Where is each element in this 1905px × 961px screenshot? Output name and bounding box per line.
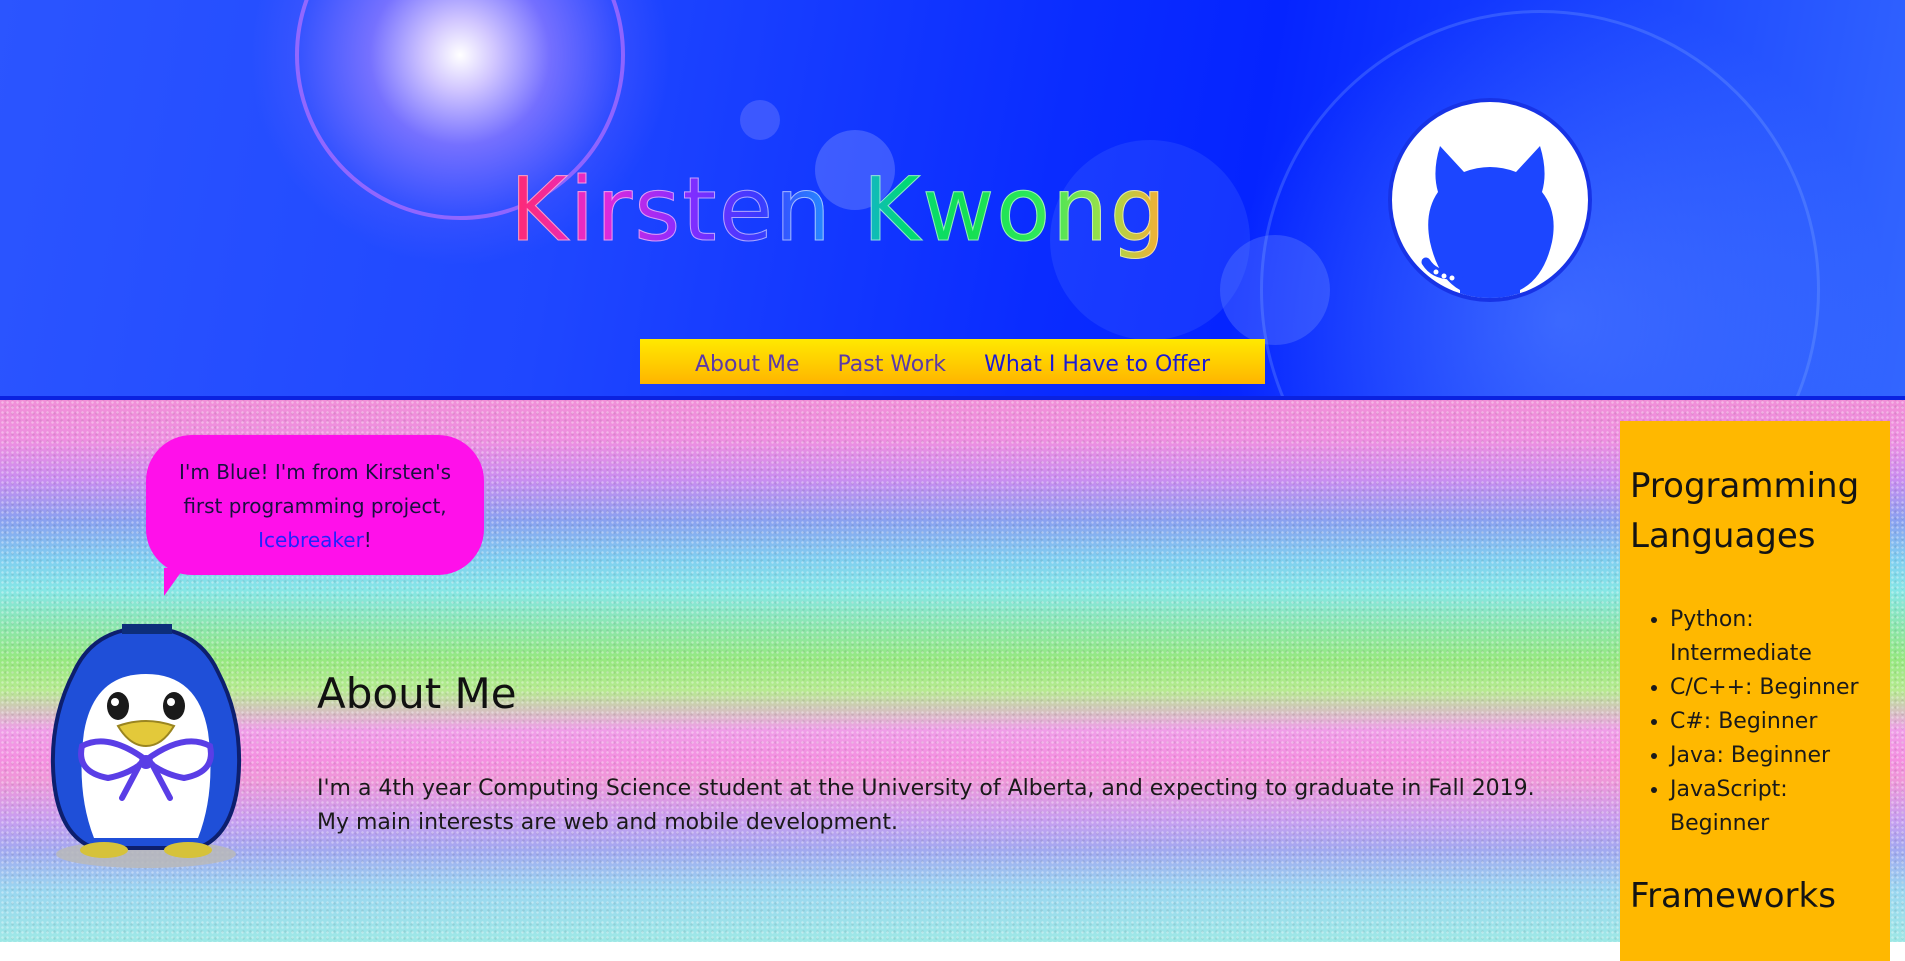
- languages-heading: Programming Languages: [1630, 466, 1860, 556]
- skills-sidebar: Programming Languages Python: Intermedia…: [1620, 421, 1890, 961]
- lens-flare-orb: [740, 100, 780, 140]
- list-item: Python: Intermediate: [1670, 603, 1880, 671]
- nav-past-work[interactable]: Past Work: [838, 352, 947, 377]
- github-octocat-icon: [1421, 146, 1554, 298]
- speech-bubble: I'm Blue! I'm from Kirsten's first progr…: [146, 435, 484, 575]
- list-item: C/C++: Beginner: [1670, 671, 1880, 705]
- icebreaker-link[interactable]: Icebreaker: [258, 528, 364, 552]
- nav-what-i-have-to-offer[interactable]: What I Have to Offer: [984, 352, 1210, 377]
- main-nav: About Me Past Work What I Have to Offer: [640, 339, 1265, 384]
- frameworks-heading: Frameworks: [1630, 876, 1836, 916]
- list-item: Java: Beginner: [1670, 739, 1880, 773]
- site-header: Kirsten Kwong About Me Past Work What I …: [0, 0, 1905, 400]
- blue-penguin-mascot: [50, 624, 242, 868]
- site-title: Kirsten Kwong: [510, 158, 1168, 261]
- nav-about-me[interactable]: About Me: [695, 352, 800, 377]
- list-item: C#: Beginner: [1670, 705, 1880, 739]
- about-heading: About Me: [317, 669, 517, 718]
- about-paragraph: I'm a 4th year Computing Science student…: [317, 776, 1535, 835]
- speech-bubble-tail: [164, 568, 184, 596]
- speech-suffix: !: [363, 528, 372, 552]
- list-item: JavaScript: Beginner: [1670, 773, 1880, 841]
- languages-list: Python: Intermediate C/C++: Beginner C#:…: [1630, 603, 1880, 841]
- github-link[interactable]: [1388, 98, 1592, 302]
- speech-text: I'm Blue! I'm from Kirsten's first progr…: [178, 460, 452, 518]
